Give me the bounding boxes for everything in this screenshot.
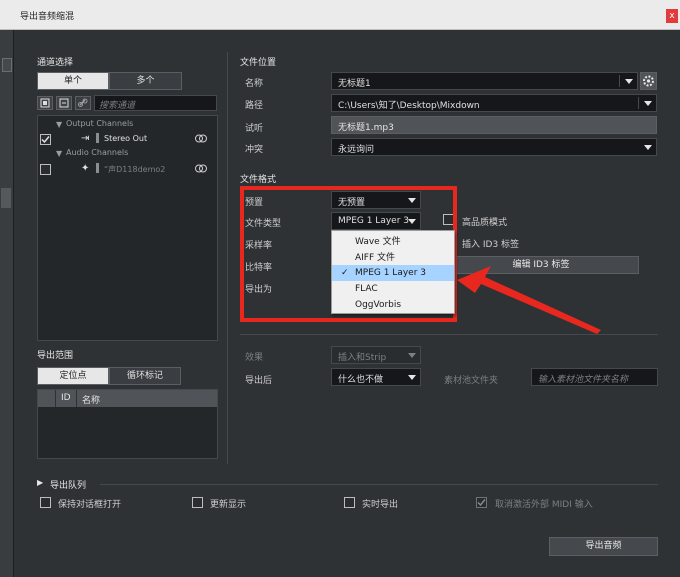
pool-folder-label: 素材池文件夹 bbox=[444, 376, 499, 386]
option-aiff[interactable]: AIFF 文件 bbox=[332, 250, 454, 266]
effect-select: 插入和Strip bbox=[331, 346, 421, 364]
path-value: C:\Users\知了\Desktop\Mixdown bbox=[338, 101, 480, 111]
audio-channel-icon: ✦ bbox=[81, 163, 90, 174]
tree-expander-icon[interactable]: ▼ bbox=[56, 120, 62, 129]
channel-search-input[interactable]: 搜索通道 bbox=[94, 95, 217, 111]
option-wave[interactable]: Wave 文件 bbox=[332, 234, 454, 250]
host-edge-control bbox=[2, 58, 12, 72]
name-label: 名称 bbox=[245, 79, 264, 89]
tab-locators[interactable]: 定位点 bbox=[37, 367, 109, 385]
expand-triangle-icon[interactable]: ▶ bbox=[37, 478, 43, 487]
option-flac[interactable]: FLAC bbox=[332, 281, 454, 297]
collapse-all-icon[interactable] bbox=[56, 96, 72, 110]
gear-icon[interactable] bbox=[640, 72, 657, 90]
conflict-value: 永远询问 bbox=[338, 145, 375, 155]
path-input[interactable]: C:\Users\知了\Desktop\Mixdown bbox=[331, 94, 657, 112]
link-icon[interactable] bbox=[75, 96, 91, 110]
keep-open-label: 保持对话框打开 bbox=[58, 500, 122, 510]
file-location-title: 文件位置 bbox=[240, 58, 277, 68]
output-channel-icon: ⇥ bbox=[81, 133, 90, 144]
deactivate-midi-checkbox bbox=[476, 497, 487, 508]
tab-cycle-markers[interactable]: 循环标记 bbox=[109, 367, 181, 385]
export-audio-button[interactable]: 导出音频 bbox=[549, 537, 658, 556]
host-app-edge bbox=[0, 30, 14, 577]
option-mpeg[interactable]: ✓ MPEG 1 Layer 3 bbox=[332, 265, 454, 281]
pool-folder-placeholder: 输入素材池文件夹名称 bbox=[538, 375, 629, 385]
host-edge-control bbox=[1, 188, 11, 208]
realtime-export-checkbox[interactable] bbox=[344, 497, 355, 508]
update-display-checkbox[interactable] bbox=[192, 497, 203, 508]
path-label: 路径 bbox=[245, 101, 264, 111]
channel-color-tab bbox=[96, 133, 99, 143]
after-export-label: 导出后 bbox=[245, 376, 273, 386]
option-mpeg-label: MPEG 1 Layer 3 bbox=[355, 268, 426, 278]
channel-color-tab bbox=[96, 163, 99, 173]
column-separator bbox=[227, 52, 228, 464]
after-export-value: 什么也不做 bbox=[338, 375, 384, 385]
close-button[interactable]: x bbox=[666, 9, 678, 23]
tree-item-stereo-out[interactable]: Stereo Out bbox=[104, 134, 147, 143]
insert-id3-label: 插入 ID3 标签 bbox=[462, 240, 520, 250]
keep-open-checkbox[interactable] bbox=[40, 497, 51, 508]
divider bbox=[240, 334, 658, 335]
tree-item-audio-demo[interactable]: “声D118demo2 bbox=[104, 164, 165, 175]
tab-multiple[interactable]: 多个 bbox=[109, 72, 182, 90]
deactivate-midi-label: 取消激活外部 MIDI 输入 bbox=[495, 500, 593, 510]
file-format-title: 文件格式 bbox=[240, 175, 277, 185]
after-export-select[interactable]: 什么也不做 bbox=[331, 368, 421, 386]
conflict-label: 冲突 bbox=[245, 145, 264, 155]
export-queue-title[interactable]: 导出队列 bbox=[50, 478, 86, 491]
audio-channel-checkbox[interactable] bbox=[40, 164, 51, 175]
option-ogg[interactable]: OggVorbis bbox=[332, 297, 454, 313]
column-name[interactable]: 名称 bbox=[82, 393, 100, 406]
window-title: 导出音频缩混 bbox=[20, 12, 75, 22]
effect-value: 插入和Strip bbox=[338, 353, 387, 363]
tree-group-output[interactable]: Output Channels bbox=[66, 119, 133, 128]
column-divider bbox=[55, 390, 56, 407]
channel-selection-title: 通道选择 bbox=[37, 58, 74, 68]
stereo-out-checkbox[interactable] bbox=[40, 134, 51, 145]
effect-label: 效果 bbox=[245, 353, 264, 363]
checkmark-icon: ✓ bbox=[341, 268, 349, 278]
conflict-select[interactable]: 永远询问 bbox=[331, 138, 657, 156]
file-type-dropdown: Wave 文件 AIFF 文件 ✓ MPEG 1 Layer 3 FLAC Og… bbox=[331, 230, 455, 314]
expand-all-icon[interactable] bbox=[37, 96, 53, 110]
realtime-export-label: 实时导出 bbox=[362, 500, 399, 510]
file-name-input[interactable]: 无标题1 bbox=[331, 72, 638, 90]
annotation-arrow bbox=[457, 266, 601, 334]
preview-label: 试听 bbox=[245, 124, 264, 134]
tree-expander-icon[interactable]: ▼ bbox=[56, 149, 62, 158]
high-quality-label: 高品质模式 bbox=[462, 218, 508, 228]
title-bar: 导出音频缩混 x bbox=[0, 0, 680, 30]
file-name-value: 无标题1 bbox=[338, 79, 371, 89]
search-placeholder: 搜索通道 bbox=[99, 101, 136, 111]
export-range-title: 导出范围 bbox=[37, 351, 74, 361]
preview-field: 无标题1.mp3 bbox=[331, 116, 657, 134]
tree-group-audio[interactable]: Audio Channels bbox=[66, 148, 128, 157]
stereo-icon bbox=[194, 134, 208, 146]
update-display-label: 更新显示 bbox=[210, 500, 247, 510]
tab-single[interactable]: 单个 bbox=[37, 72, 109, 90]
stereo-icon bbox=[194, 164, 208, 176]
column-id[interactable]: ID bbox=[61, 393, 71, 403]
divider bbox=[100, 484, 658, 485]
column-divider bbox=[76, 390, 77, 407]
pool-folder-input[interactable]: 输入素材池文件夹名称 bbox=[531, 368, 658, 386]
